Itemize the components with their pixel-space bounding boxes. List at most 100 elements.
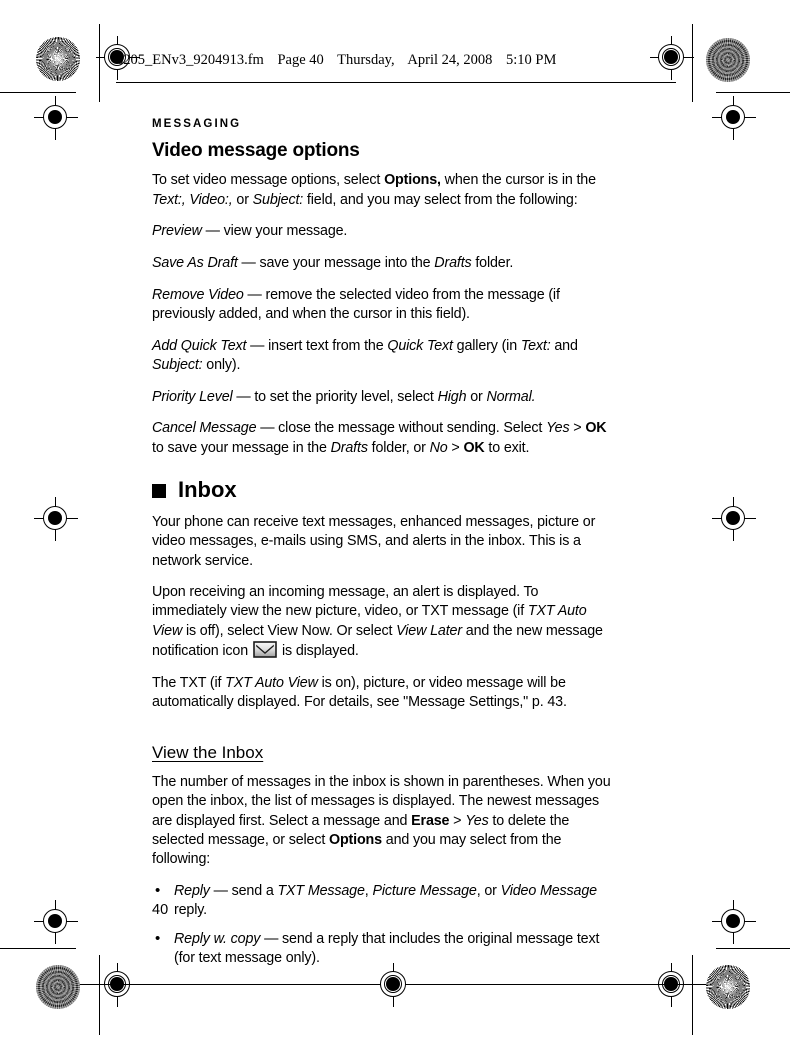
paragraph-inbox-1: Your phone can receive text messages, en…: [152, 514, 596, 569]
cancel-ok-2: OK: [463, 439, 485, 456]
inbox-2-text-a: Upon receiving an incoming message, an a…: [152, 584, 539, 620]
section-heading-inbox-label: Inbox: [178, 476, 237, 502]
registration-mark-lower-right-edge: [712, 900, 756, 944]
list-item: Reply — send a TXT Message, Picture Mess…: [152, 881, 614, 920]
registration-mark-upper-left-edge: [34, 96, 78, 140]
registration-center-dot: [726, 914, 740, 928]
page-number: 40: [152, 902, 169, 918]
inbox-options-list: Reply — send a TXT Message, Picture Mess…: [152, 881, 614, 969]
preview-desc: — view your message.: [201, 223, 348, 240]
list-item-em-1: TXT Message: [277, 882, 365, 899]
trim-line-top-right-horizontal: [716, 92, 790, 93]
inbox-2-text-b: is off), select View Now. Or select: [182, 622, 397, 639]
intro-text-5: field, and you may select from the follo…: [303, 191, 578, 208]
priority-term: Priority Level: [152, 388, 233, 405]
trim-line-top-left-horizontal: [0, 92, 76, 93]
paragraph-intro: To set video message options, select Opt…: [152, 171, 614, 209]
list-item-desc-4: reply.: [174, 901, 207, 918]
section-heading-inbox: Inbox: [152, 476, 614, 502]
registration-center-dot: [48, 110, 62, 124]
paragraph-cancel-message: Cancel Message — close the message witho…: [152, 419, 614, 457]
quick-text-field: Text:: [520, 337, 551, 354]
save-term: Save As Draft: [152, 255, 238, 272]
list-item-desc-1: — send a: [209, 882, 278, 899]
paragraph-view-inbox: The number of messages in the inbox is s…: [152, 773, 614, 869]
registration-mark-bottom-right: [650, 963, 694, 1007]
quick-desc-1: — insert text from the: [246, 337, 388, 354]
registration-mark-bottom-left: [96, 963, 140, 1007]
registration-center-dot: [726, 110, 740, 124]
envelope-icon: [253, 641, 277, 658]
priority-normal: Normal.: [486, 388, 536, 405]
save-drafts-folder: Drafts: [434, 255, 472, 272]
header-filename: 6205_ENv3_9204913.fm: [116, 52, 264, 68]
registration-center-dot: [48, 914, 62, 928]
list-item-desc-3: , or: [476, 882, 501, 899]
preview-term: Preview: [152, 223, 202, 240]
paragraph-inbox-2: Upon receiving an incoming message, an a…: [152, 583, 614, 661]
view-inbox-options: Options: [328, 831, 382, 848]
intro-subject-field: Subject:: [252, 191, 304, 208]
list-item: Reply w. copy — send a reply that includ…: [152, 929, 614, 968]
list-item-em-3: Video Message: [500, 882, 597, 899]
cancel-no: No: [429, 439, 448, 456]
registration-mark-mid-right-edge: [712, 497, 756, 541]
registration-mark-upper-right-edge: [712, 96, 756, 140]
cancel-gt-2: >: [447, 439, 464, 456]
header-weekday: Thursday,: [337, 52, 395, 68]
intro-text-2: when the cursor is in the: [440, 172, 596, 189]
priority-high: High: [437, 388, 467, 405]
cancel-ok-1: OK: [585, 420, 607, 437]
view-inbox-erase: Erase: [411, 812, 450, 829]
moire-control-patch-top-right: [706, 38, 750, 82]
trim-line-bottom-left-horizontal: [0, 948, 76, 949]
intro-video-field: Video:,: [189, 191, 233, 208]
priority-desc-1: — to set the priority level, select: [232, 388, 438, 405]
registration-mark-mid-left-edge: [34, 497, 78, 541]
intro-text-1: To set video message options, select: [152, 172, 385, 189]
list-item-em-2: Picture Message: [372, 882, 477, 899]
view-inbox-yes: Yes: [465, 812, 489, 829]
inbox-2-text-d: is displayed.: [282, 642, 359, 659]
cancel-desc-4: to exit.: [484, 439, 530, 456]
cancel-desc-2: to save your message in the: [152, 439, 331, 456]
cancel-yes: Yes: [546, 420, 570, 437]
running-head: MESSAGING: [152, 118, 242, 130]
cancel-desc-1: — close the message without sending. Sel…: [256, 420, 547, 437]
view-inbox-gt: >: [449, 812, 466, 829]
header-page-label: Page 40: [277, 52, 324, 68]
inbox-2-view-later: View Later: [396, 622, 462, 639]
registration-mark-lower-left-edge: [34, 900, 78, 944]
paragraph-preview: Preview — view your message.: [152, 222, 614, 241]
cancel-term: Cancel Message: [152, 420, 257, 437]
quick-gallery: Quick Text: [387, 337, 453, 354]
quick-term: Add Quick Text: [152, 337, 247, 354]
page-title: Video message options: [152, 139, 360, 161]
starburst-control-patch-bottom-right: [706, 965, 750, 1009]
paragraph-priority-level: Priority Level — to set the priority lev…: [152, 388, 614, 407]
quick-desc-4: only).: [202, 357, 241, 374]
rule-under-header: [116, 82, 676, 83]
starburst-control-patch-top-left: [36, 37, 80, 81]
list-item-term: Reply w. copy: [174, 931, 261, 948]
quick-desc-3: and: [550, 337, 578, 354]
paragraph-inbox-3: The TXT (if TXT Auto View is on), pictur…: [152, 674, 614, 712]
page-content: MESSAGING Video message options To set v…: [152, 118, 614, 979]
intro-text-field: Text:,: [152, 191, 186, 208]
inbox-3-text-a: The TXT (if: [152, 674, 226, 691]
cancel-drafts-folder: Drafts: [330, 439, 368, 456]
intro-options-bold: Options,: [384, 172, 441, 189]
registration-center-dot: [726, 511, 740, 525]
paragraph-add-quick-text: Add Quick Text — insert text from the Qu…: [152, 337, 614, 375]
subsection-heading-view-the-inbox: View the Inbox: [152, 742, 264, 762]
priority-desc-2: or: [466, 388, 487, 405]
quick-desc-2: gallery (in: [452, 337, 521, 354]
cancel-desc-3: folder, or: [367, 439, 430, 456]
cancel-gt-1: >: [569, 420, 586, 437]
paragraph-save-as-draft: Save As Draft — save your message into t…: [152, 254, 614, 273]
remove-term: Remove Video: [152, 286, 244, 303]
square-bullet-icon: [152, 483, 166, 498]
quick-subject-field: Subject:: [152, 357, 203, 374]
registration-center-dot: [48, 511, 62, 525]
inbox-3-auto-view: TXT Auto View: [225, 674, 318, 691]
